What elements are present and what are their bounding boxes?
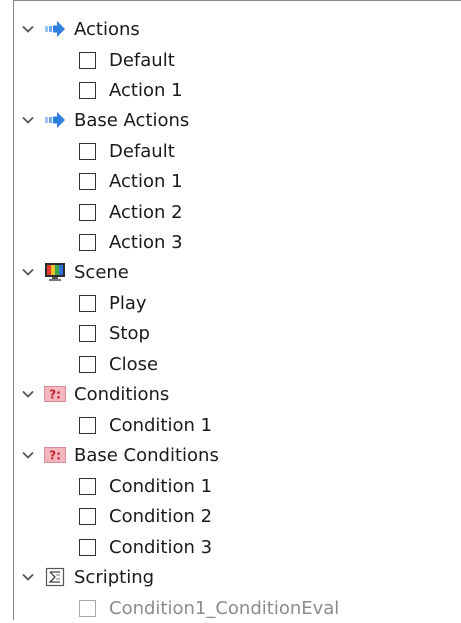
condition-icon: ?: [44,444,66,466]
checkbox[interactable] [79,233,96,251]
tree-view[interactable]: Actions Default Action 1 Base Actions De… [13,0,461,620]
tree-item-label: Play [109,292,147,314]
checkbox[interactable] [79,538,96,556]
tree-group-conditions[interactable]: ?: Conditions [14,379,169,409]
tree-item-label: Default [109,49,175,71]
condition-icon-text: ?: [49,449,61,463]
tree-item-condition1-conditioneval[interactable]: Condition1_ConditionEval [79,593,339,623]
chevron-down-icon[interactable] [18,440,38,470]
checkbox[interactable] [79,172,96,190]
tree-item-label: Condition 3 [109,536,213,558]
tree-item-stop[interactable]: Stop [79,318,150,348]
tree-group-label: Scene [74,261,129,283]
tree-group-label: Scripting [74,566,155,588]
tree-item-label: Condition 1 [109,414,213,436]
checkbox[interactable] [79,294,96,312]
checkbox[interactable] [79,416,96,434]
tree-item-action-3[interactable]: Action 3 [79,227,183,257]
checkbox[interactable] [79,599,96,617]
tree-group-label: Base Conditions [74,444,219,466]
tree-group-base-actions[interactable]: Base Actions [14,105,189,135]
chevron-down-icon[interactable] [18,379,38,409]
tree-item-condition-3[interactable]: Condition 3 [79,532,212,562]
tree-group-scripting[interactable]: Scripting [14,562,154,592]
tree-item-label: Action 1 [109,170,183,192]
checkbox[interactable] [79,203,96,221]
tree-item-default[interactable]: Default [79,45,175,75]
tree-item-label: Close [109,353,159,375]
tree-item-label: Condition 2 [109,505,213,527]
checkbox[interactable] [79,51,96,69]
tree-item-condition-2[interactable]: Condition 2 [79,501,212,531]
tree-item-label: Action 1 [109,79,183,101]
tree-group-label: Conditions [74,383,170,405]
chevron-down-icon[interactable] [18,105,38,135]
chevron-down-icon[interactable] [18,562,38,592]
tree-item-action-1[interactable]: Action 1 [79,166,183,196]
tree-item-label: Action 3 [109,231,183,253]
tree-item-close[interactable]: Close [79,349,158,379]
condition-icon-text: ?: [49,388,61,402]
chevron-down-icon[interactable] [18,257,38,287]
checkbox[interactable] [79,477,96,495]
tree-group-scene[interactable]: Scene [14,257,129,287]
tree-item-label: Default [109,140,175,162]
blue-arrow-icon [44,18,66,40]
tree-item-condition-1[interactable]: Condition 1 [79,410,212,440]
tree-group-actions[interactable]: Actions [14,14,140,44]
checkbox[interactable] [79,507,96,525]
tree-item-action-1[interactable]: Action 1 [79,75,183,105]
tree-item-play[interactable]: Play [79,288,147,318]
condition-icon: ?: [44,383,66,405]
tree-item-label: Condition 1 [109,475,213,497]
tree-item-label: Condition1_ConditionEval [109,597,340,619]
checkbox[interactable] [79,355,96,373]
script-icon [44,566,66,588]
tree-item-label: Action 2 [109,201,183,223]
checkbox[interactable] [79,324,96,342]
tree-item-label: Stop [109,322,150,344]
chevron-down-icon[interactable] [18,14,38,44]
tree-group-label: Actions [74,18,140,40]
tree-item-action-2[interactable]: Action 2 [79,197,183,227]
monitor-icon [44,261,66,283]
tree-item-default[interactable]: Default [79,136,175,166]
tree-item-condition-1[interactable]: Condition 1 [79,471,212,501]
blue-arrow-icon [44,109,66,131]
tree-group-base-conditions[interactable]: ?: Base Conditions [14,440,219,470]
tree-group-label: Base Actions [74,109,190,131]
checkbox[interactable] [79,142,96,160]
checkbox[interactable] [79,81,96,99]
